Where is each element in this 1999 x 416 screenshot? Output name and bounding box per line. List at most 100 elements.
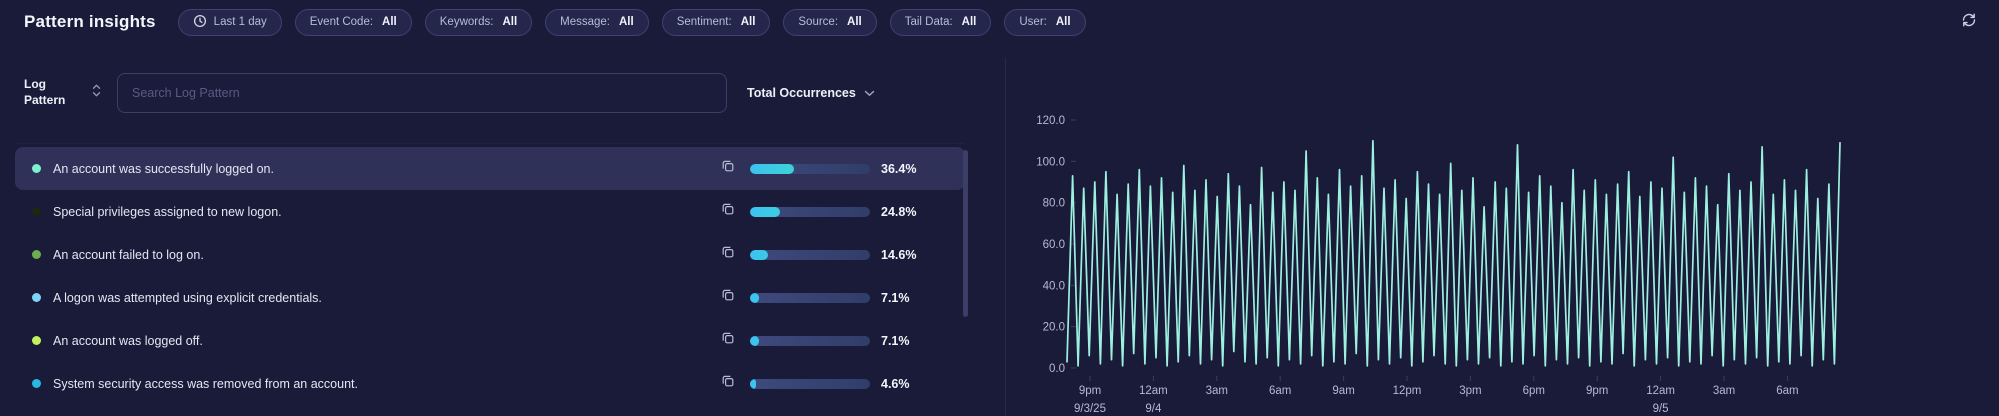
x-axis-tick-label: 9am: [1332, 385, 1354, 397]
y-axis-tick-label: 80.0: [1043, 198, 1065, 210]
occurrence-percent: 36.4%: [881, 161, 917, 176]
total-occurrences-label: Total Occurrences: [747, 86, 856, 100]
copy-icon: [721, 245, 735, 264]
log-pattern-row[interactable]: Special privileges assigned to new logon…: [15, 190, 965, 233]
copy-icon: [721, 374, 735, 393]
pattern-text: System security access was removed from …: [53, 376, 358, 391]
filter-chip-label: Message:: [560, 16, 610, 28]
occurrence-percent: 7.1%: [881, 290, 910, 305]
x-axis-tick-label: 12pm: [1393, 385, 1422, 397]
pattern-color-dot: [32, 379, 41, 388]
occurrences-line-series: [1066, 139, 1841, 367]
copy-button[interactable]: [721, 202, 737, 221]
pattern-color-dot: [32, 207, 41, 216]
x-axis-tick-label: 3am: [1206, 385, 1228, 397]
occurrence-bar-fill: [750, 163, 794, 174]
log-pattern-row[interactable]: An account was logged off. 7.1%: [15, 319, 965, 362]
log-pattern-row[interactable]: A logon was attempted using explicit cre…: [15, 276, 965, 319]
clock-icon: [193, 14, 207, 31]
filter-chip-keywords[interactable]: Keywords: All: [424, 8, 533, 36]
occurrence-percent: 4.6%: [881, 376, 910, 391]
pattern-text: An account failed to log on.: [53, 247, 204, 262]
copy-button[interactable]: [721, 331, 737, 350]
pattern-color-dot: [32, 250, 41, 259]
filter-chip-value: All: [502, 16, 518, 28]
pattern-color-dot: [32, 336, 41, 345]
copy-button[interactable]: [721, 159, 737, 178]
panel-divider: [1005, 58, 1006, 416]
filter-chip-value: All: [740, 16, 756, 28]
log-pattern-panel: Log Pattern Total Occurrences An ac: [15, 64, 965, 416]
occurrence-bar-fill: [750, 378, 756, 389]
filter-chip-value: All: [961, 16, 977, 28]
log-panel-header: Log Pattern Total Occurrences: [15, 64, 965, 122]
pattern-text: A logon was attempted using explicit cre…: [53, 290, 322, 305]
page-title: Pattern insights: [24, 12, 156, 31]
filter-chip-source[interactable]: Source: All: [783, 8, 877, 36]
x-axis-tick-label: 6am: [1776, 385, 1798, 397]
filter-chip-label: User:: [1019, 16, 1047, 28]
filter-chip-label: Keywords:: [439, 16, 494, 28]
filter-chip-value: All: [847, 16, 862, 28]
pattern-insights-page: Pattern insights Last 1 day Event Code: A…: [0, 0, 1999, 416]
filter-chip-tail-data[interactable]: Tail Data: All: [889, 8, 992, 36]
occurrence-percent: 7.1%: [881, 333, 910, 348]
filter-chips: Last 1 day Event Code: All Keywords: All Mes…: [177, 8, 1086, 36]
y-axis-tick-label: 40.0: [1043, 280, 1065, 292]
copy-button[interactable]: [721, 288, 737, 307]
copy-icon: [721, 288, 735, 307]
x-axis-tick-label: 6pm: [1523, 385, 1545, 397]
copy-icon: [721, 202, 735, 221]
x-axis-tick-label: 3am: [1713, 385, 1735, 397]
filter-chip-value: All: [1055, 16, 1071, 28]
filter-chip-message[interactable]: Message: All: [545, 8, 649, 36]
filter-chip-value: All: [619, 16, 634, 28]
log-pattern-column-header: Log Pattern: [24, 77, 66, 107]
occurrence-bar: [750, 206, 870, 217]
x-axis-date-label: 9/5: [1653, 403, 1669, 415]
occurrence-bar-fill: [750, 292, 759, 303]
filter-chip-label: Tail Data:: [904, 16, 953, 28]
total-occurrences-sort[interactable]: Total Occurrences: [747, 86, 875, 100]
filter-chip-label: Event Code:: [309, 16, 374, 28]
copy-button[interactable]: [721, 374, 737, 393]
x-axis-tick-label: 6am: [1269, 385, 1291, 397]
list-scrollbar[interactable]: [963, 150, 968, 317]
pattern-color-dot: [32, 293, 41, 302]
occurrence-bar: [750, 249, 870, 260]
sort-toggle[interactable]: [90, 83, 103, 103]
x-axis-tick-label: 12am: [1139, 385, 1168, 397]
filter-chip-event-code[interactable]: Event Code: All: [294, 8, 412, 36]
filter-chip-label: Sentiment:: [676, 16, 732, 28]
y-axis-tick-label: 20.0: [1043, 322, 1065, 334]
y-axis-tick-label: 120.0: [1036, 115, 1065, 127]
filter-chip-user[interactable]: User: All: [1004, 8, 1086, 36]
occurrence-bar: [750, 163, 870, 174]
pattern-text: An account was successfully logged on.: [53, 161, 274, 176]
refresh-icon: [1961, 12, 1977, 33]
y-axis-tick-label: 0.0: [1049, 363, 1065, 375]
log-pattern-row[interactable]: An account was successfully logged on. 36…: [15, 147, 965, 190]
y-axis-tick-label: 60.0: [1043, 239, 1065, 251]
log-pattern-list: An account was successfully logged on. 36…: [15, 143, 965, 405]
occurrence-bar: [750, 378, 870, 389]
log-pattern-row[interactable]: An account failed to log on. 14.6%: [15, 233, 965, 276]
search-input[interactable]: [117, 73, 727, 113]
refresh-button[interactable]: [1960, 13, 1978, 31]
x-axis-date-label: 9/3/25: [1074, 403, 1106, 415]
time-series-chart: 0.0 20.0 40.0 60.0 80.0 100.0 120.0 9pm 9/3/25 12…: [1036, 115, 1841, 415]
log-pattern-row[interactable]: System security access was removed from …: [15, 362, 965, 405]
copy-button[interactable]: [721, 245, 737, 264]
occurrence-percent: 24.8%: [881, 204, 917, 219]
occurrences-chart: 0.0 20.0 40.0 60.0 80.0 100.0 120.0 9pm 9/3/25 12…: [1010, 60, 1890, 416]
filter-chip-sentiment[interactable]: Sentiment: All: [661, 8, 771, 36]
time-filter-label: Last 1 day: [213, 16, 267, 28]
chevron-down-icon: [864, 86, 875, 100]
x-axis-tick-label: 9pm: [1586, 385, 1608, 397]
x-axis-tick-label: 9pm: [1079, 385, 1101, 397]
y-axis-tick-label: 100.0: [1036, 156, 1065, 168]
occurrence-bar-fill: [750, 206, 780, 217]
time-filter-chip[interactable]: Last 1 day: [177, 8, 282, 36]
pattern-color-dot: [32, 164, 41, 173]
occurrence-bar: [750, 292, 870, 303]
